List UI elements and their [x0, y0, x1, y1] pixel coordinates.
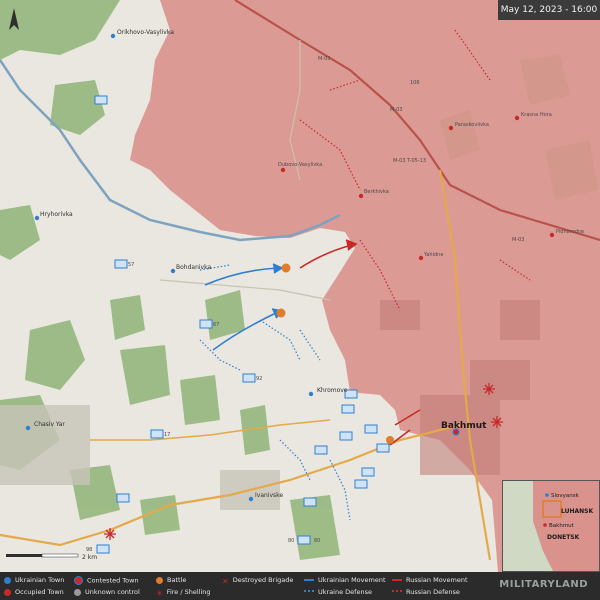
town-label: Khromove: [317, 387, 348, 394]
russian-movement-icon: [392, 579, 402, 581]
battle-icon: [386, 436, 394, 444]
town-label: Krasna Hora: [521, 112, 552, 118]
unit-label: 92: [256, 376, 262, 382]
legend-item: ✕ Destroyed Brigade: [222, 576, 294, 586]
russian-defense-icon: [392, 590, 402, 594]
brand-logo: MILITARYLAND: [499, 579, 588, 590]
battle-icon: [156, 576, 163, 584]
town-label: Hryhorivka: [40, 211, 73, 218]
town-label: Bakhmut: [441, 421, 487, 431]
town-label: Bohdanivka: [176, 264, 211, 271]
inset-label: LUHANSK: [561, 508, 593, 515]
legend-item: Russian Movement: [392, 576, 468, 584]
legend-item: Ukraine Defense: [304, 588, 372, 596]
scale-label: 2 km: [82, 554, 97, 561]
town-label: Orikhovo-Vasylivka: [117, 29, 174, 36]
ukraine-defense-icon: [304, 590, 314, 594]
road-label: M-03: [390, 107, 402, 113]
map-view[interactable]: Orikhovo-Vasylivka Paraskoviivka Krasna …: [0, 0, 600, 600]
battle-icon: [281, 263, 291, 273]
legend-item: Ukrainian Movement: [304, 576, 386, 584]
unit-label: 57: [128, 262, 134, 268]
unknown-control-icon: [74, 588, 81, 596]
contested-town-icon: [74, 576, 83, 585]
town-label: Pidhorodne: [556, 229, 584, 235]
unit-label: 80: [288, 538, 294, 544]
unit-label: 67: [213, 322, 219, 328]
ukrainian-movement-icon: [304, 579, 314, 581]
locator-inset-map: Slovyansk LUHANSK Bakhmut DONETSK: [502, 480, 600, 572]
inset-label: Slovyansk: [551, 493, 580, 499]
battle-icon: [276, 308, 286, 318]
destroyed-brigade-icon: ✕: [222, 576, 229, 586]
inset-label: Bakhmut: [549, 523, 575, 529]
road-label: M-03: [512, 237, 524, 243]
legend-item: Russian Defense: [392, 588, 460, 596]
map-legend: Ukrainian Town Contested Town Battle ✕ De…: [0, 572, 600, 600]
town-label: Dubovo-Vasylivka: [278, 162, 322, 168]
inset-label: DONETSK: [547, 534, 580, 541]
legend-item: ✳ Fire / Shelling: [156, 588, 211, 598]
road-label: M-03 T-05-13: [393, 158, 426, 164]
legend-item: Ukrainian Town: [4, 576, 64, 584]
legend-item: Battle: [156, 576, 186, 584]
town-label: Ivanivske: [255, 492, 283, 499]
unit-label: 17: [164, 432, 170, 438]
legend-item: Occupied Town: [4, 588, 64, 596]
town-label: Yahidne: [423, 252, 443, 258]
scale-bar: 2 km: [6, 548, 101, 567]
unit-label: 80: [314, 538, 320, 544]
town-label: Paraskoviivka: [455, 122, 489, 128]
legend-item: Contested Town: [74, 576, 139, 585]
unit-label: 106: [410, 80, 420, 86]
town-label: Chasiv Yar: [34, 421, 65, 428]
date-time-label: May 12, 2023 - 16:00: [498, 0, 600, 20]
ukrainian-town-icon: [4, 576, 11, 584]
shelling-icon: ✳: [156, 588, 163, 598]
road-label: M-03: [318, 56, 330, 62]
occupied-town-icon: [4, 588, 11, 596]
legend-item: Unknown control: [74, 588, 140, 596]
town-label: Berkhivka: [364, 189, 389, 195]
